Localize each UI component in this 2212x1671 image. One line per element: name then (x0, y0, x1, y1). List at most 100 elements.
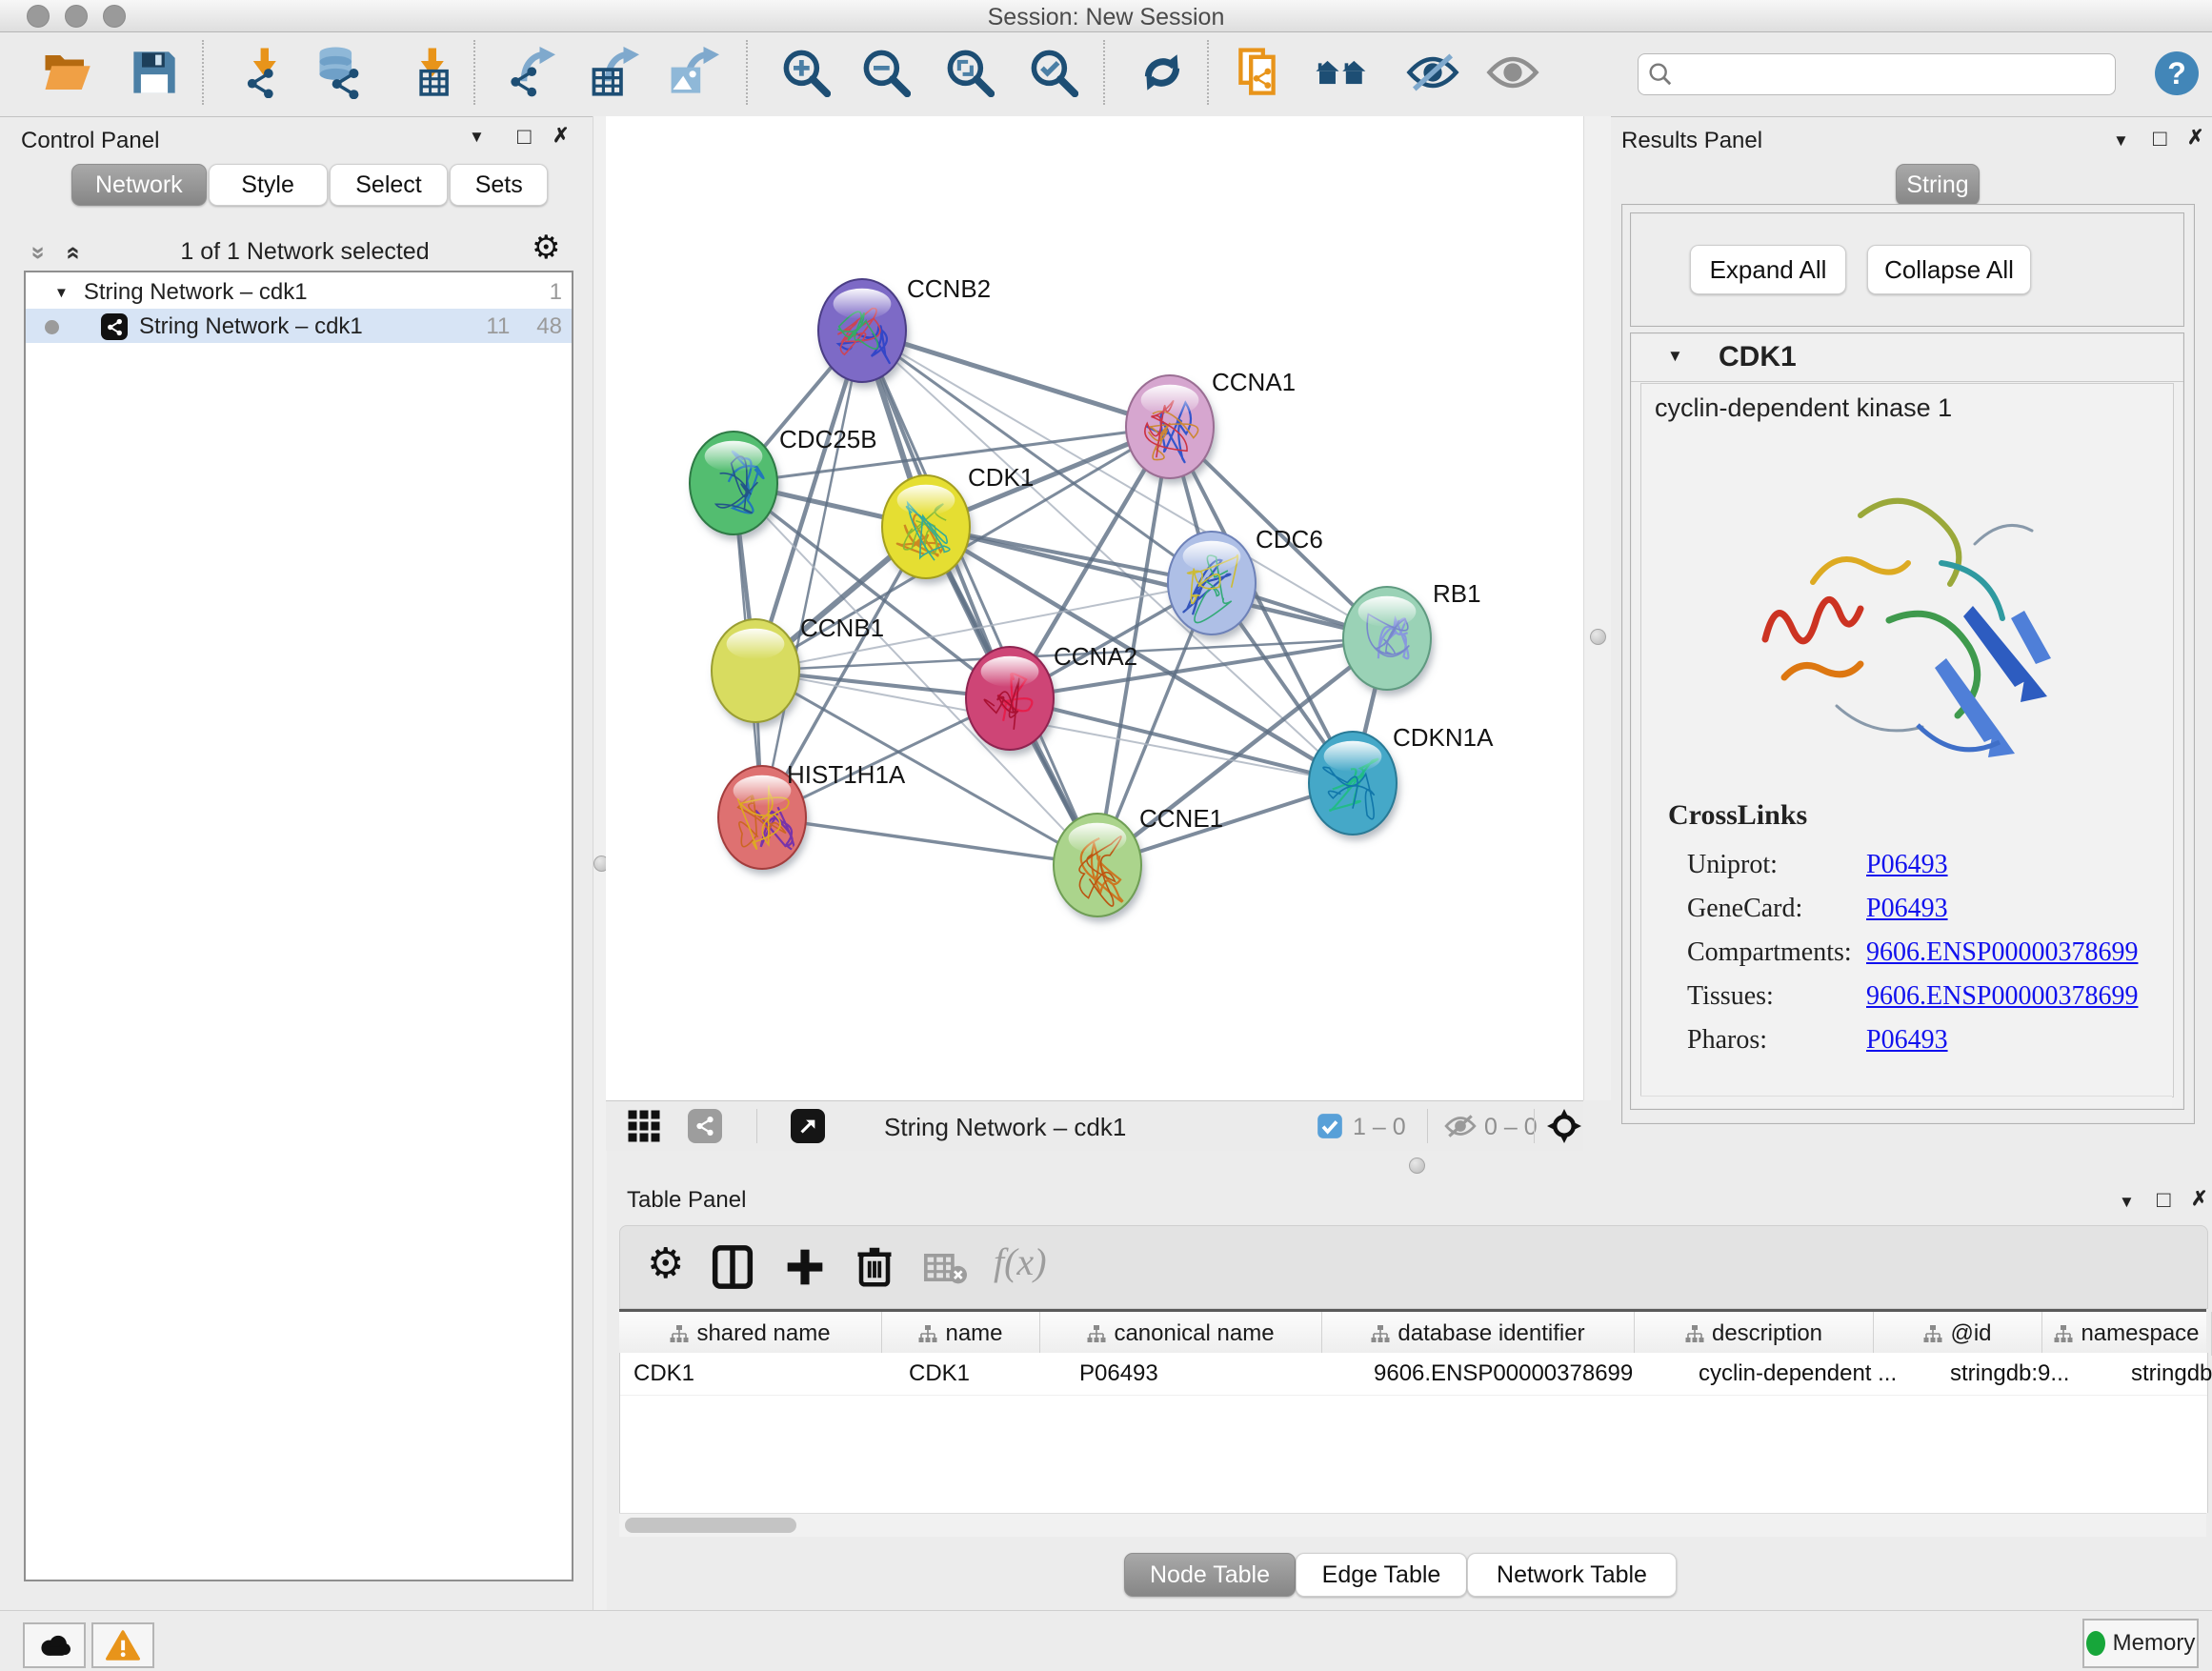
delete-column-trash-icon[interactable] (855, 1243, 895, 1294)
table-panel-collapse-icon[interactable]: ▼ (2119, 1193, 2135, 1212)
search-box[interactable] (1638, 53, 2116, 95)
node-CDK1[interactable] (882, 475, 970, 578)
column-header-description[interactable]: description (1635, 1312, 1874, 1356)
tab-network-table[interactable]: Network Table (1467, 1553, 1677, 1597)
zoom-fit-button[interactable] (939, 42, 1000, 103)
export-table-button[interactable] (583, 42, 644, 103)
detach-view-icon[interactable] (791, 1109, 825, 1143)
network-view-mode-icon[interactable] (688, 1109, 722, 1143)
tab-network[interactable]: Network (71, 164, 207, 206)
grid-mode-icon[interactable] (627, 1109, 661, 1148)
left-splitter[interactable] (593, 116, 607, 1610)
section-collapse-icon[interactable]: ▼ (1667, 347, 1683, 366)
node-RB1[interactable] (1343, 587, 1431, 690)
gear-icon[interactable]: ⚙ (532, 229, 560, 267)
node-CCNA2[interactable] (966, 647, 1054, 750)
right-splitter-handle[interactable] (1590, 629, 1606, 645)
bottom-splitter-handle[interactable] (1409, 1158, 1425, 1174)
show-hidden-button[interactable] (1482, 42, 1543, 103)
table-cell[interactable]: 9606.ENSP00000378699 (1360, 1353, 1685, 1395)
column-header-name[interactable]: name (882, 1312, 1040, 1356)
node-CCNE1[interactable] (1054, 814, 1141, 916)
node-CDKN1A[interactable] (1309, 732, 1397, 835)
import-network-file-button[interactable] (232, 42, 293, 103)
table-cell[interactable]: cyclin-dependent ... (1685, 1353, 1937, 1395)
table-hscrollbar[interactable] (619, 1513, 2206, 1537)
network-row-selected[interactable]: String Network – cdk1 11 48 (26, 309, 572, 343)
tab-sets[interactable]: Sets (450, 164, 548, 206)
crosslink-link[interactable]: P06493 (1866, 1025, 1948, 1056)
hide-selected-button[interactable] (1402, 42, 1463, 103)
warnings-button[interactable] (91, 1622, 154, 1668)
table-cell[interactable]: CDK1 (620, 1353, 895, 1395)
memory-button[interactable]: Memory (2082, 1619, 2199, 1668)
table-cell[interactable]: P06493 (1066, 1353, 1360, 1395)
table-panel-close-icon[interactable]: ✗ (2191, 1187, 2208, 1211)
import-network-database-button[interactable] (309, 42, 370, 103)
bottom-splitter[interactable] (606, 1150, 2212, 1181)
crosslink-link[interactable]: P06493 (1866, 850, 1948, 880)
crosslink-link[interactable]: 9606.ENSP00000378699 (1866, 937, 2138, 968)
expand-all-chevron-icon[interactable]: » (57, 246, 87, 259)
results-panel-float-icon[interactable]: □ (2153, 126, 2167, 152)
show-columns-icon[interactable] (712, 1245, 754, 1294)
table-hscrollbar-thumb[interactable] (625, 1518, 796, 1533)
node-CCNB1[interactable] (712, 619, 799, 722)
export-network-button[interactable] (499, 42, 560, 103)
network-canvas[interactable]: CCNB2CCNA1CDC25BCDK1CDC6RB1CCNB1CCNA2CDK… (606, 116, 1583, 1100)
tab-style[interactable]: Style (209, 164, 328, 206)
protein-section-header[interactable]: ▼ CDK1 (1631, 333, 2183, 382)
control-panel-float-icon[interactable]: □ (517, 124, 532, 151)
node-CCNB2[interactable] (818, 279, 906, 382)
tab-string[interactable]: String (1896, 164, 1980, 206)
add-column-icon[interactable] (784, 1245, 826, 1294)
zoom-selected-button[interactable] (1023, 42, 1084, 103)
table-cell[interactable]: stringdb:9... (1937, 1353, 2118, 1395)
refresh-layout-button[interactable] (1132, 42, 1193, 103)
crosslink-link[interactable]: P06493 (1866, 894, 1948, 924)
results-scrollbar[interactable] (1640, 1096, 2172, 1108)
clone-network-button[interactable] (1231, 42, 1292, 103)
right-splitter[interactable] (1583, 116, 1611, 1100)
control-panel-collapse-icon[interactable]: ▼ (469, 128, 485, 147)
search-input[interactable] (1680, 60, 2084, 89)
tab-node-table[interactable]: Node Table (1124, 1553, 1296, 1597)
edge-HIST1H1A-CCNE1[interactable] (762, 817, 1097, 865)
column-header-canonicalname[interactable]: canonical name (1040, 1312, 1322, 1356)
tab-select[interactable]: Select (330, 164, 449, 206)
open-session-button[interactable] (36, 42, 97, 103)
node-CDC25B[interactable] (690, 432, 777, 534)
crosslink-link[interactable]: 9606.ENSP00000378699 (1866, 981, 2138, 1012)
control-panel-close-icon[interactable]: ✗ (553, 124, 570, 148)
collapse-all-button[interactable]: Collapse All (1867, 245, 2031, 294)
tab-edge-table[interactable]: Edge Table (1296, 1553, 1467, 1597)
tree-expand-icon[interactable]: ▼ (54, 285, 69, 301)
save-session-button[interactable] (124, 42, 185, 103)
import-table-file-button[interactable] (400, 42, 461, 103)
zoom-in-button[interactable] (775, 42, 836, 103)
column-header-sharedname[interactable]: shared name (619, 1312, 882, 1356)
table-row[interactable]: CDK1CDK1P064939606.ENSP00000378699cyclin… (620, 1353, 2207, 1396)
table-cell[interactable]: CDK1 (895, 1353, 1066, 1395)
zoom-out-button[interactable] (855, 42, 916, 103)
expand-all-button[interactable]: Expand All (1690, 245, 1846, 294)
edge-CCNB2-HIST1H1A[interactable] (762, 331, 862, 817)
column-header-databaseidentifier[interactable]: database identifier (1322, 1312, 1635, 1356)
network-collection-row[interactable]: ▼ String Network – cdk1 1 (26, 272, 572, 309)
network-graph[interactable]: CCNB2CCNA1CDC25BCDK1CDC6RB1CCNB1CCNA2CDK… (606, 116, 1583, 1100)
show-all-button[interactable] (1311, 42, 1372, 103)
birdseye-toggle-icon[interactable] (1547, 1109, 1581, 1148)
edge-CCNB2-CCNA1[interactable] (862, 331, 1170, 427)
export-image-button[interactable] (663, 42, 724, 103)
table-panel-float-icon[interactable]: □ (2157, 1187, 2171, 1214)
table-cell[interactable]: stringdb (2118, 1353, 2212, 1395)
node-CDC6[interactable] (1168, 532, 1256, 634)
cloud-button[interactable] (23, 1622, 86, 1668)
help-button[interactable]: ? (2155, 51, 2199, 95)
column-header-id[interactable]: @id (1874, 1312, 2042, 1356)
table-settings-gear-icon[interactable]: ⚙ (647, 1239, 684, 1288)
collapse-all-chevron-icon[interactable]: » (25, 246, 54, 259)
node-CCNA1[interactable] (1126, 375, 1214, 478)
results-panel-collapse-icon[interactable]: ▼ (2113, 131, 2129, 151)
results-panel-close-icon[interactable]: ✗ (2187, 126, 2204, 150)
